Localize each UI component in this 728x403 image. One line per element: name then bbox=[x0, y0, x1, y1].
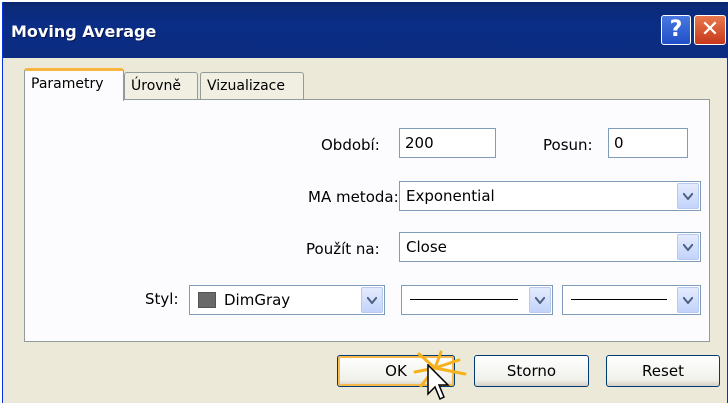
line-width-select[interactable] bbox=[562, 285, 701, 315]
color-value: DimGray bbox=[224, 291, 291, 309]
shift-input[interactable]: 0 bbox=[608, 128, 688, 158]
style-label: Styl: bbox=[145, 290, 179, 308]
period-input[interactable]: 200 bbox=[399, 128, 496, 158]
shift-label: Posun: bbox=[543, 136, 593, 154]
color-swatch bbox=[198, 292, 216, 308]
cancel-button[interactable]: Storno bbox=[474, 355, 589, 387]
line-style-sample bbox=[410, 299, 518, 300]
apply-to-value: Close bbox=[406, 238, 447, 256]
tab-urovne[interactable]: Úrovně bbox=[124, 72, 198, 100]
chevron-down-icon[interactable] bbox=[529, 287, 551, 313]
title-bar[interactable]: Moving Average ? ✕ bbox=[3, 2, 728, 58]
window-title: Moving Average bbox=[11, 22, 157, 41]
chevron-down-icon[interactable] bbox=[677, 234, 699, 260]
ma-method-label: MA metoda: bbox=[308, 188, 399, 206]
chevron-down-icon[interactable] bbox=[677, 287, 699, 313]
color-select[interactable]: DimGray bbox=[189, 285, 385, 315]
chevron-down-icon[interactable] bbox=[677, 183, 699, 209]
apply-to-select[interactable]: Close bbox=[399, 232, 701, 262]
moving-average-dialog: Moving Average ? ✕ Parametry Úrovně Vizu… bbox=[2, 2, 728, 403]
ma-method-select[interactable]: Exponential bbox=[399, 181, 701, 211]
help-button[interactable]: ? bbox=[661, 15, 691, 45]
period-label: Období: bbox=[321, 136, 380, 154]
tab-parametry[interactable]: Parametry bbox=[24, 68, 124, 101]
ma-method-value: Exponential bbox=[406, 187, 495, 205]
reset-button[interactable]: Reset bbox=[606, 355, 720, 387]
close-button[interactable]: ✕ bbox=[694, 15, 726, 45]
parametry-panel: Období: 200 Posun: 0 MA metoda: Exponent… bbox=[24, 99, 710, 342]
line-style-select[interactable] bbox=[401, 285, 553, 315]
chevron-down-icon[interactable] bbox=[361, 287, 383, 313]
tab-vizualizace[interactable]: Vizualizace bbox=[200, 72, 304, 100]
apply-to-label: Použít na: bbox=[306, 240, 380, 258]
line-width-sample bbox=[571, 299, 667, 300]
mouse-pointer-icon bbox=[427, 364, 450, 401]
